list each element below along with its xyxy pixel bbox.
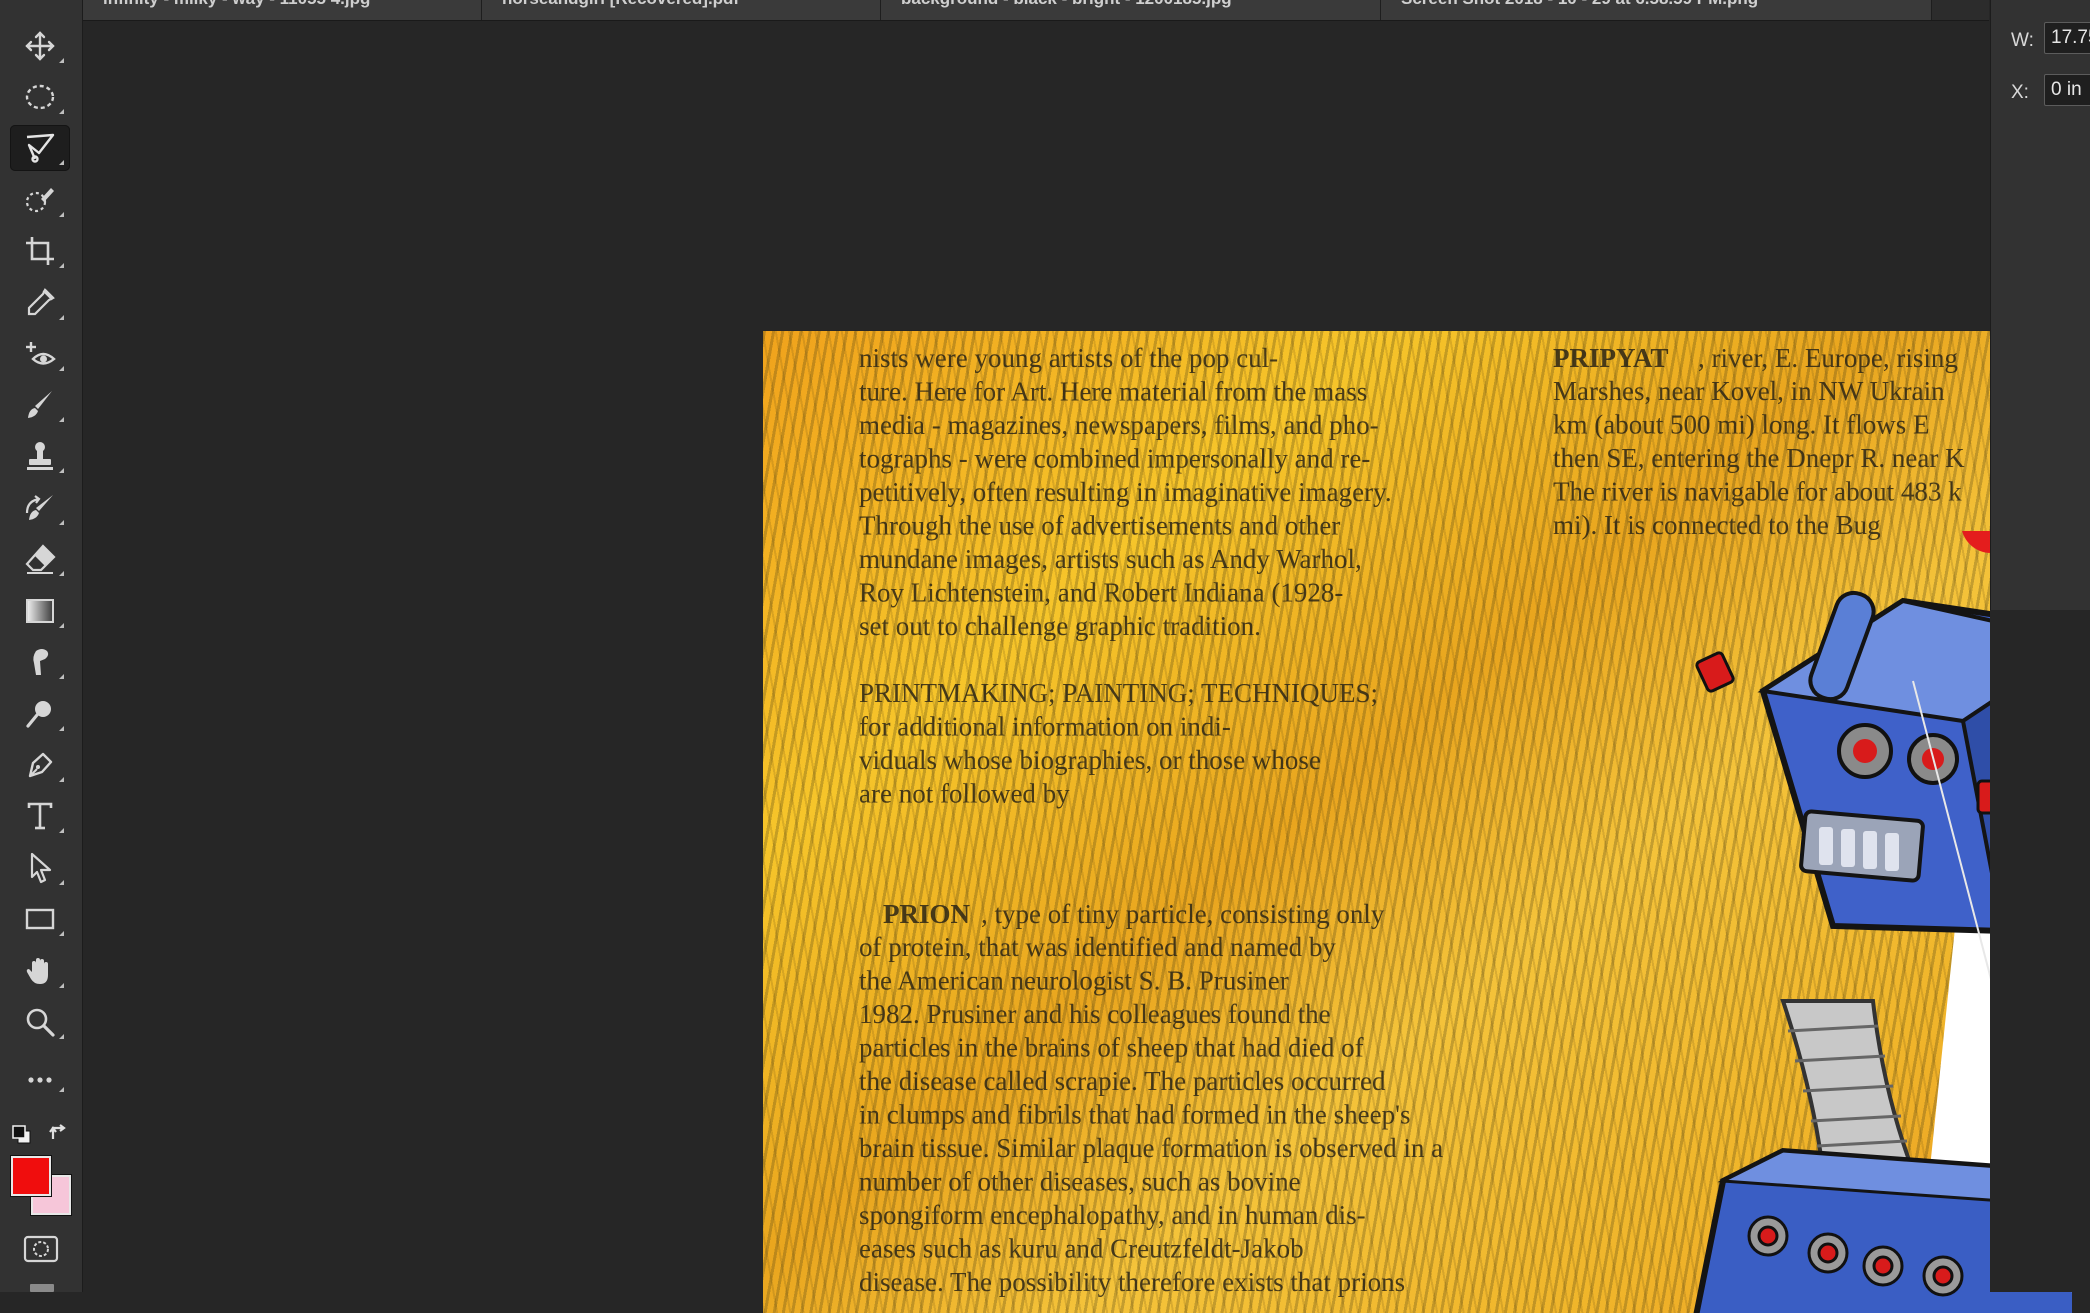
text-line: set out to challenge graphic tradition. [859, 611, 1261, 641]
foreground-color-swatch[interactable] [11, 1156, 51, 1196]
text-line: PRINTMAKING; PAINTING; TECHNIQUES; [859, 678, 1378, 708]
x-position-label: X: [2011, 82, 2029, 103]
history-brush-tool[interactable] [10, 485, 70, 531]
polygonal-lasso-tool[interactable] [10, 125, 70, 171]
text-line: disease. The possibility therefore exist… [859, 1267, 1405, 1297]
red-eye-icon [26, 342, 56, 365]
pripyat-heading: PRIPYAT [1553, 343, 1669, 373]
more-icon [28, 1077, 52, 1083]
text-line: petitively, often resulting in imaginati… [859, 477, 1392, 507]
gradient-icon [26, 599, 54, 623]
pripyat-line: , river, E. Europe, rising [1698, 343, 1958, 373]
text-line: the American neurologist S. B. Prusiner [859, 966, 1289, 996]
crop-tool[interactable] [10, 228, 70, 274]
hand-icon [26, 958, 48, 984]
text-line: the disease called scrapie. The particle… [859, 1066, 1386, 1096]
tab-label: horseandgirl [Recovered].pdf [502, 0, 739, 9]
text-line: in clumps and fibrils that had formed in… [859, 1100, 1411, 1130]
tab-label: Screen Shot 2018 - 10 - 29 at 6.58.59 PM… [1401, 0, 1758, 9]
tab-label: background - black - bright - 1200185.jp… [901, 0, 1232, 9]
text-line: mundane images, artists such as Andy War… [859, 544, 1362, 574]
rectangle-tool[interactable] [10, 896, 70, 942]
quick-mask-icon[interactable] [22, 1234, 60, 1264]
move-icon [25, 31, 55, 61]
tab-document-1[interactable]: infinity - milky - way - 11055 4.jpg [83, 0, 482, 20]
text-line: Through the use of advertisements and ot… [859, 511, 1340, 541]
rectangle-icon [25, 908, 55, 930]
polygonal-lasso-icon [26, 133, 55, 163]
width-field[interactable]: 17.75 [2044, 22, 2090, 54]
type-icon [27, 802, 53, 830]
tab-label: infinity - milky - way - 11055 4.jpg [103, 0, 370, 9]
tab-document-4[interactable]: Screen Shot 2018 - 10 - 29 at 6.58.59 PM… [1381, 0, 1932, 20]
red-eye-tool[interactable] [10, 331, 70, 377]
default-colors-icon[interactable] [10, 1123, 34, 1147]
clone-stamp-tool[interactable] [10, 433, 70, 479]
crop-icon [26, 237, 54, 265]
text-line: Marshes, near Kovel, in NW Ukrain [1553, 376, 1945, 406]
prion-line: , type of tiny particle, consisting only [981, 899, 1385, 929]
gradient-tool[interactable] [10, 588, 70, 634]
swap-colors-icon[interactable] [48, 1121, 72, 1145]
canvas-area[interactable]: nists were young artists of the pop cul-… [83, 21, 2072, 1313]
text-line: km (about 500 mi) long. It flows E [1553, 410, 1929, 440]
properties-panel: W: 17.75 X: 0 in [1990, 0, 2090, 610]
text-line: viduals whose biographies, or those whos… [859, 745, 1321, 775]
eraser-icon [25, 544, 56, 574]
tools-panel [0, 0, 83, 1292]
zoom-tool[interactable] [10, 999, 70, 1045]
text-line: particles in the brains of sheep that ha… [859, 1033, 1364, 1063]
text-line: ture. Here for Art. Here material from t… [859, 377, 1367, 407]
text-line: of protein, that was identified and name… [859, 932, 1336, 962]
brush-tool[interactable] [10, 382, 70, 428]
quick-selection-tool[interactable] [10, 177, 70, 223]
x-position-field[interactable]: 0 in [2044, 74, 2090, 106]
dodge-icon [26, 701, 51, 728]
eyedropper-icon [27, 288, 55, 316]
dodge-tool[interactable] [10, 691, 70, 737]
text-line: Roy Lichtenstein, and Robert Indiana (19… [859, 578, 1343, 608]
text-line: tographs - were combined impersonally an… [859, 444, 1370, 474]
document-image[interactable]: nists were young artists of the pop cul-… [763, 331, 2072, 1313]
tab-document-2[interactable]: horseandgirl [Recovered].pdf [482, 0, 881, 20]
pen-icon [28, 752, 53, 778]
eyedropper-tool[interactable] [10, 280, 70, 326]
text-line: nists were young artists of the pop cul- [859, 343, 1278, 373]
stamp-icon [27, 442, 53, 470]
text-line: eases such as kuru and Creutzfeldt-Jakob [859, 1234, 1304, 1264]
pen-tool[interactable] [10, 742, 70, 788]
text-line: brain tissue. Similar plaque formation i… [859, 1133, 1443, 1163]
eraser-tool[interactable] [10, 536, 70, 582]
path-selection-tool[interactable] [10, 845, 70, 891]
quick-selection-icon [25, 188, 54, 213]
text-line: spongiform encephalopathy, and in human … [859, 1200, 1366, 1230]
text-line: then SE, entering the Dnepr R. near K [1553, 443, 1965, 473]
edit-toolbar[interactable] [10, 1062, 70, 1098]
text-line: 1982. Prusiner and his colleagues found … [859, 999, 1331, 1029]
smudge-tool[interactable] [10, 639, 70, 685]
document-tabs: infinity - milky - way - 11055 4.jpg hor… [83, 0, 1989, 21]
type-tool[interactable] [10, 793, 70, 839]
screen-mode-icon[interactable] [30, 1284, 54, 1292]
text-line: are not followed by [859, 779, 1070, 809]
text-line: number of other diseases, such as bovine [859, 1167, 1301, 1197]
ellipse-marquee-icon [25, 84, 55, 110]
brush-icon [28, 391, 52, 418]
elliptical-marquee-tool[interactable] [10, 74, 70, 120]
prion-heading: PRION [883, 899, 971, 929]
history-brush-icon [25, 495, 53, 520]
text-line: media - magazines, newspapers, films, an… [859, 410, 1379, 440]
hand-tool[interactable] [10, 948, 70, 994]
zoom-icon [26, 1008, 55, 1037]
move-tool[interactable] [10, 23, 70, 69]
panel-dock-empty [1990, 610, 2090, 1292]
smudge-icon [33, 649, 49, 675]
text-line: The river is navigable for about 483 k [1553, 477, 1962, 507]
text-line: for additional information on indi- [859, 712, 1231, 742]
tab-document-3[interactable]: background - black - bright - 1200185.jp… [881, 0, 1381, 20]
width-label: W: [2011, 30, 2034, 51]
path-selection-icon [30, 852, 52, 884]
